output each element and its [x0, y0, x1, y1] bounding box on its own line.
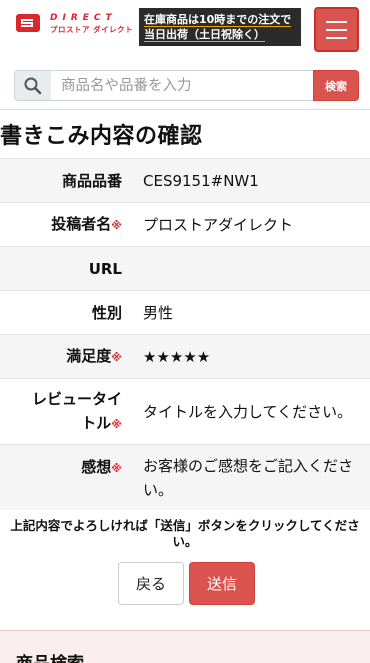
- confirm-notice: 上記内容でよろしければ「送信」ボタンをクリックしてください。: [10, 518, 360, 549]
- row-label: 投稿者名※: [51, 214, 122, 233]
- row-value: プロストアダイレクト: [143, 215, 294, 234]
- search-icon: [14, 70, 52, 101]
- row-label: レビュータイ トル※: [31, 389, 122, 432]
- site-logo[interactable]: DIRECT プロストア ダイレクト: [14, 12, 133, 36]
- logo-icon: [16, 14, 40, 32]
- table-row-satisfaction: 満足度※ ★★★★★: [0, 334, 370, 378]
- row-label: URL: [88, 259, 122, 278]
- required-mark: ※: [111, 350, 122, 364]
- table-row-gender: 性別 男性: [0, 290, 370, 334]
- back-button[interactable]: 戻る: [118, 562, 184, 605]
- page-title: 書きこみ内容の確認: [0, 124, 203, 149]
- confirm-table: 商品品番 CES9151#NW1 投稿者名※ プロストアダイレクト URL 性別…: [0, 158, 370, 510]
- required-mark: ※: [111, 417, 122, 431]
- table-row-product-code: 商品品番 CES9151#NW1: [0, 158, 370, 202]
- logo-text-bottom: プロストア ダイレクト: [50, 25, 134, 34]
- product-search-section: 商品検索: [0, 630, 370, 663]
- send-button[interactable]: 送信: [189, 562, 255, 605]
- logo-text-top: DIRECT: [50, 13, 117, 23]
- banner-line-1: 在庫商品は10時までの注文で: [144, 13, 292, 27]
- row-label: 商品品番: [61, 171, 122, 190]
- rating-stars: ★★★★★: [143, 347, 211, 366]
- search-button[interactable]: 検索: [313, 70, 359, 101]
- table-row-url: URL: [0, 246, 370, 290]
- table-row-review-title: レビュータイ トル※ タイトルを入力してください。: [0, 378, 370, 444]
- row-value: 男性: [143, 303, 174, 322]
- required-mark: ※: [111, 462, 122, 475]
- row-label: 満足度※: [66, 346, 122, 365]
- row-label: 性別: [91, 303, 122, 322]
- menu-button[interactable]: [314, 7, 359, 52]
- row-label: 感想※: [81, 458, 122, 476]
- section-title: 商品検索: [16, 649, 84, 663]
- table-row-author: 投稿者名※ プロストアダイレクト: [0, 202, 370, 246]
- search-bar: 検索: [0, 62, 370, 110]
- row-value: CES9151#NW1: [143, 171, 259, 190]
- row-value: お客様のご感想をご記入ください。: [143, 456, 354, 499]
- required-mark: ※: [111, 218, 122, 232]
- row-value: タイトルを入力してください。: [143, 402, 353, 421]
- banner-line-2: 当日出荷（土日祝除く）: [144, 28, 265, 42]
- site-header: DIRECT プロストア ダイレクト 在庫商品は10時までの注文で 当日出荷（土…: [0, 0, 370, 62]
- row-value: [130, 247, 370, 290]
- table-row-impression: 感想※ お客様のご感想をご記入ください。: [0, 444, 370, 510]
- shipping-banner[interactable]: 在庫商品は10時までの注文で 当日出荷（土日祝除く）: [139, 8, 301, 46]
- search-input[interactable]: [51, 70, 314, 101]
